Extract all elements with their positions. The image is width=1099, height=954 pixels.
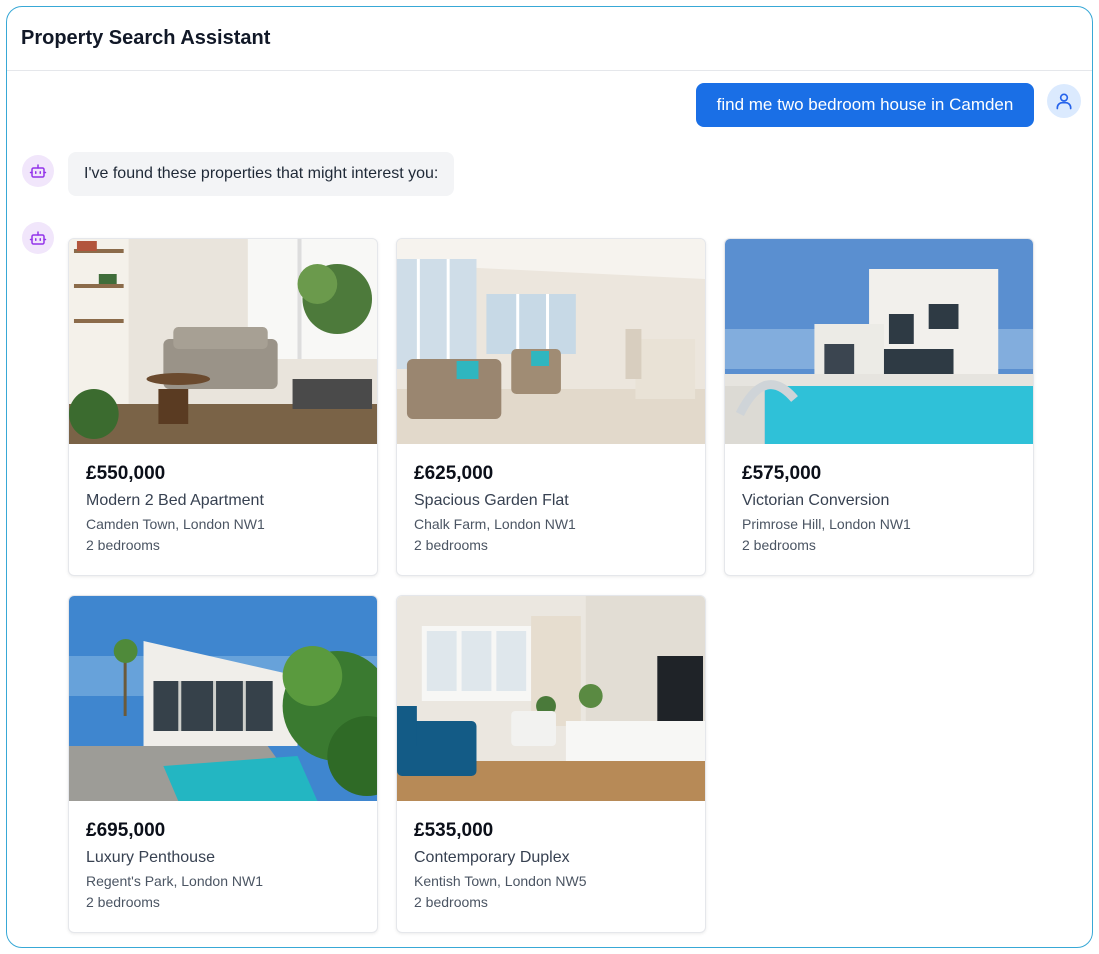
property-price: £625,000 <box>414 463 494 484</box>
property-price: £535,000 <box>414 820 494 841</box>
chat-window: Property Search Assistant find me two be… <box>6 6 1093 948</box>
property-card[interactable]: £575,000 Victorian Conversion Primrose H… <box>724 238 1034 576</box>
property-photo <box>69 596 377 801</box>
header: Property Search Assistant <box>7 7 1092 71</box>
property-name: Modern 2 Bed Apartment <box>86 492 264 509</box>
property-price: £550,000 <box>86 463 166 484</box>
property-location: Kentish Town, London NW5 <box>414 873 587 889</box>
property-name: Spacious Garden Flat <box>414 492 569 509</box>
property-location: Chalk Farm, London NW1 <box>414 516 576 532</box>
property-price: £575,000 <box>742 463 822 484</box>
property-photo <box>397 239 705 444</box>
property-bedrooms: 2 bedrooms <box>86 537 160 553</box>
property-name: Luxury Penthouse <box>86 849 215 866</box>
user-icon <box>1056 93 1072 110</box>
bot-avatar <box>22 155 54 187</box>
property-bedrooms: 2 bedrooms <box>414 537 488 553</box>
robot-icon <box>29 231 47 245</box>
property-photo <box>397 596 705 801</box>
property-location: Camden Town, London NW1 <box>86 516 265 532</box>
bot-avatar <box>22 222 54 254</box>
property-price: £695,000 <box>86 820 166 841</box>
property-location: Primrose Hill, London NW1 <box>742 516 911 532</box>
bot-message: I've found these properties that might i… <box>68 152 455 196</box>
user-message: find me two bedroom house in Camden <box>696 83 1034 127</box>
property-card[interactable]: £695,000 Luxury Penthouse Regent's Park,… <box>68 595 378 933</box>
property-location: Regent's Park, London NW1 <box>86 873 263 889</box>
property-card[interactable]: £535,000 Contemporary Duplex Kentish Tow… <box>396 595 706 933</box>
robot-icon <box>29 164 47 178</box>
property-bedrooms: 2 bedrooms <box>414 894 488 910</box>
app-title: Property Search Assistant <box>21 27 271 49</box>
property-name: Contemporary Duplex <box>414 849 570 866</box>
property-bedrooms: 2 bedrooms <box>86 894 160 910</box>
property-photo <box>725 239 1033 444</box>
property-photo <box>69 239 377 444</box>
user-avatar <box>1047 84 1081 118</box>
property-bedrooms: 2 bedrooms <box>742 537 816 553</box>
property-name: Victorian Conversion <box>742 492 890 509</box>
property-card[interactable]: £625,000 Spacious Garden Flat Chalk Farm… <box>396 238 706 576</box>
property-card[interactable]: £550,000 Modern 2 Bed Apartment Camden T… <box>68 238 378 576</box>
